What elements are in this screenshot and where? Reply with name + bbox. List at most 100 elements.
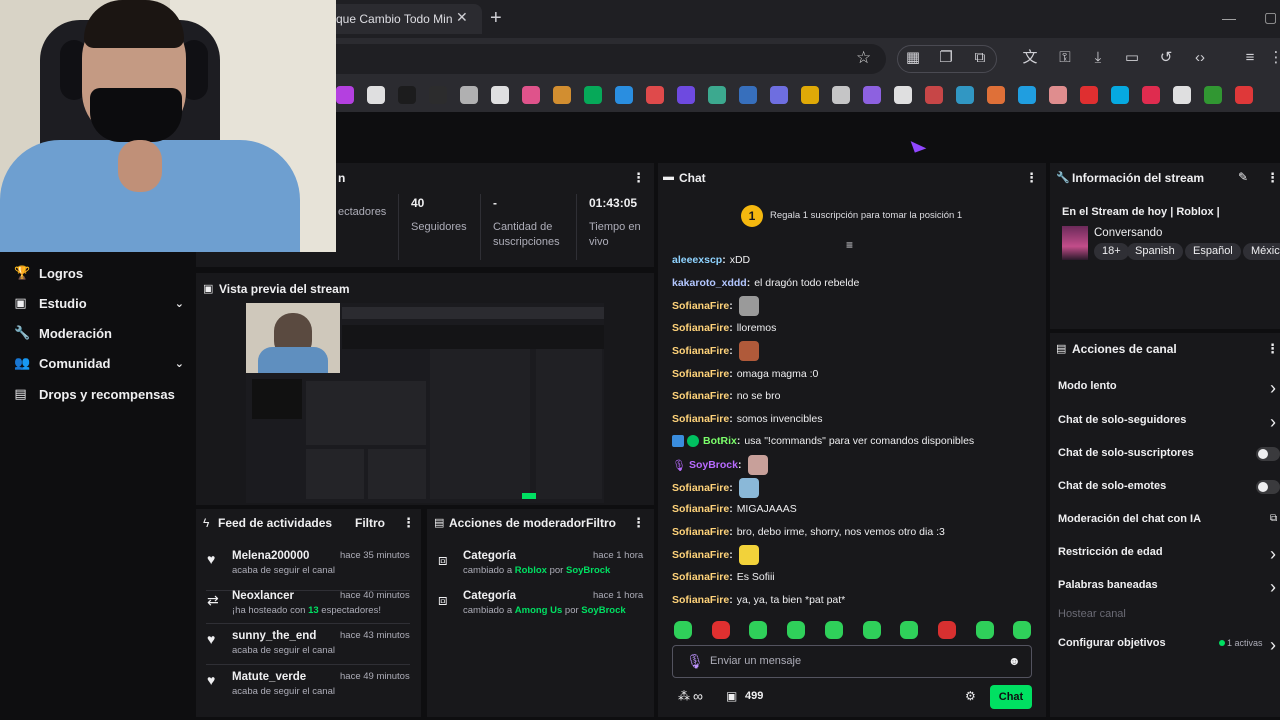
bookmark-favicon-icon[interactable]: [925, 86, 943, 104]
bookmark-favicon-icon[interactable]: [491, 86, 509, 104]
external-link-icon[interactable]: ⧉: [1270, 513, 1277, 524]
emote-icon[interactable]: [747, 455, 768, 475]
mod-filter-button[interactable]: Filtro: [586, 516, 616, 530]
chat-username[interactable]: SofianaFire: [672, 345, 729, 357]
bookmark-favicon-icon[interactable]: [832, 86, 850, 104]
bookmark-favicon-icon[interactable]: [398, 86, 416, 104]
emote-icon[interactable]: [749, 621, 768, 639]
puzzle-icon[interactable]: ⧉: [970, 48, 990, 68]
chat-more-icon[interactable]: ⋮: [1025, 170, 1038, 186]
tag-chip[interactable]: 18+: [1094, 243, 1129, 260]
stream-info-more-icon[interactable]: ⋮: [1266, 170, 1279, 186]
bookmark-favicon-icon[interactable]: [646, 86, 664, 104]
chat-username[interactable]: SofianaFire: [672, 413, 729, 425]
code-icon[interactable]: ‹›: [1190, 48, 1210, 68]
emote-picker-icon[interactable]: ☻: [1008, 654, 1021, 668]
bookmark-favicon-icon[interactable]: [584, 86, 602, 104]
key-icon[interactable]: ⚿: [1055, 48, 1075, 68]
bookmark-favicon-icon[interactable]: [1018, 86, 1036, 104]
chat-send-button[interactable]: Chat: [990, 685, 1032, 709]
channel-action-item[interactable]: Moderación del chat con IA: [1058, 513, 1201, 525]
tag-chip[interactable]: Méxic: [1243, 243, 1280, 260]
emote-icon[interactable]: [824, 621, 843, 639]
bookmark-favicon-icon[interactable]: [801, 86, 819, 104]
bookmark-favicon-icon[interactable]: [615, 86, 633, 104]
emote-icon[interactable]: [738, 341, 759, 361]
chat-username[interactable]: SofianaFire: [672, 571, 729, 583]
bookmark-favicon-icon[interactable]: [739, 86, 757, 104]
bookmark-favicon-icon[interactable]: [677, 86, 695, 104]
bookmark-favicon-icon[interactable]: [1235, 86, 1253, 104]
chat-username[interactable]: SofianaFire: [672, 526, 729, 538]
address-bar[interactable]: [320, 44, 886, 74]
translate-icon[interactable]: 文: [1020, 48, 1040, 68]
infinity-icon[interactable]: ∞: [693, 688, 703, 704]
toggle-switch[interactable]: [1256, 480, 1280, 494]
emote-icon[interactable]: [738, 545, 759, 565]
chevron-right-icon[interactable]: ›: [1270, 378, 1276, 399]
copy-icon[interactable]: ❐: [936, 48, 956, 68]
chat-username[interactable]: SofianaFire: [672, 390, 729, 402]
bookmark-favicon-icon[interactable]: [429, 86, 447, 104]
bookmark-favicon-icon[interactable]: [987, 86, 1005, 104]
bookmark-favicon-icon[interactable]: [770, 86, 788, 104]
history-icon[interactable]: ↺: [1156, 48, 1176, 68]
sidebar-item-comunidad[interactable]: 👥 Comunidad ⌄: [14, 353, 184, 373]
gift-leaderboard-text[interactable]: Regala 1 suscripción para tomar la posic…: [770, 210, 962, 221]
bookmark-star-icon[interactable]: ☆: [856, 48, 871, 68]
microphone-icon[interactable]: 🎙: [686, 653, 704, 670]
twitch-logo-icon[interactable]: ◣: [909, 132, 927, 155]
emote-icon[interactable]: [900, 621, 919, 639]
emote-icon[interactable]: [738, 296, 759, 316]
bookmark-favicon-icon[interactable]: [1111, 86, 1129, 104]
activity-more-icon[interactable]: ⋮: [402, 515, 415, 531]
activity-filter-button[interactable]: Filtro: [355, 516, 385, 530]
chat-username[interactable]: SofianaFire: [672, 368, 729, 380]
reading-list-icon[interactable]: ≡: [1240, 48, 1260, 68]
window-maximize-button[interactable]: ▢: [1264, 9, 1277, 26]
collapse-icon[interactable]: ≡: [846, 238, 853, 252]
chat-username[interactable]: kakaroto_xddd: [672, 277, 747, 289]
emote-icon[interactable]: [711, 621, 730, 639]
chat-username[interactable]: SofianaFire: [672, 482, 729, 494]
channel-action-item[interactable]: Palabras baneadas: [1058, 579, 1158, 591]
bookmark-favicon-icon[interactable]: [1080, 86, 1098, 104]
window-minimize-button[interactable]: —: [1222, 10, 1236, 26]
emote-icon[interactable]: [1013, 621, 1032, 639]
channel-action-item[interactable]: Chat de solo-seguidores: [1058, 414, 1186, 426]
bookmark-favicon-icon[interactable]: [1173, 86, 1191, 104]
channel-action-item[interactable]: Configurar objetivos: [1058, 637, 1166, 649]
bookmark-favicon-icon[interactable]: [522, 86, 540, 104]
bookmark-favicon-icon[interactable]: [460, 86, 478, 104]
emote-icon[interactable]: [975, 621, 994, 639]
emote-icon[interactable]: [787, 621, 806, 639]
tag-chip[interactable]: Español: [1185, 243, 1241, 260]
chevron-right-icon[interactable]: ›: [1270, 544, 1276, 565]
card-icon[interactable]: ▭: [1122, 48, 1142, 68]
sidebar-item-logros[interactable]: 🏆 Logros: [14, 263, 184, 283]
bookmark-favicon-icon[interactable]: [336, 86, 354, 104]
browser-menu-icon[interactable]: ⋮: [1266, 48, 1280, 68]
chevron-right-icon[interactable]: ›: [1270, 577, 1276, 598]
channel-action-item[interactable]: Modo lento: [1058, 380, 1117, 392]
emote-icon[interactable]: [937, 621, 956, 639]
mod-more-icon[interactable]: ⋮: [632, 515, 645, 531]
download-icon[interactable]: ⤓: [1088, 48, 1108, 68]
chat-username[interactable]: BotRix: [703, 435, 737, 447]
tab-close-icon[interactable]: ✕: [456, 9, 468, 26]
qr-icon[interactable]: ▦: [903, 48, 923, 68]
chat-username[interactable]: SofianaFire: [672, 503, 729, 515]
chat-username[interactable]: SofianaFire: [672, 549, 729, 561]
bookmark-favicon-icon[interactable]: [367, 86, 385, 104]
sidebar-item-drops[interactable]: ▤ Drops y recompensas: [14, 384, 184, 404]
tag-chip[interactable]: Spanish: [1127, 243, 1183, 260]
bookmark-favicon-icon[interactable]: [956, 86, 974, 104]
emote-icon[interactable]: [862, 621, 881, 639]
bookmark-favicon-icon[interactable]: [863, 86, 881, 104]
edit-pencil-icon[interactable]: ✎: [1238, 170, 1248, 184]
bookmark-favicon-icon[interactable]: [1142, 86, 1160, 104]
bookmark-favicon-icon[interactable]: [708, 86, 726, 104]
bookmark-favicon-icon[interactable]: [553, 86, 571, 104]
channel-action-item[interactable]: Chat de solo-suscriptores: [1058, 447, 1194, 459]
viewer-list-icon[interactable]: ⁂: [678, 689, 690, 703]
